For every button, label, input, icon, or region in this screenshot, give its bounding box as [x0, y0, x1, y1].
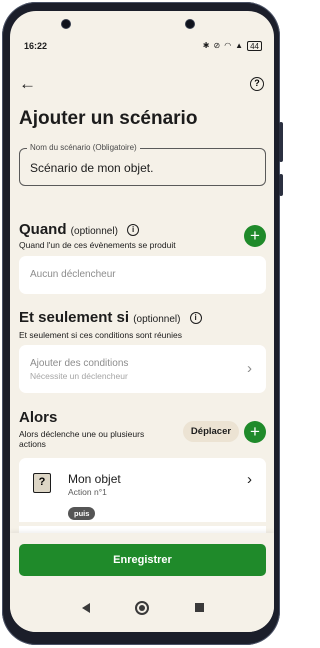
page-title: Ajouter un scénario [19, 108, 198, 129]
condition-subtitle: Et seulement si ces conditions sont réun… [19, 330, 183, 340]
nav-recents-icon[interactable] [195, 603, 204, 612]
bluetooth-icon: ✱ [202, 41, 210, 50]
help-icon[interactable]: ? [250, 77, 264, 91]
action-card[interactable]: ? Mon objet Action n°1 › [19, 458, 266, 522]
alors-subtitle: Alors déclenche une ou plusieurs actions [19, 429, 144, 449]
status-icons: ✱ ⊘ ◠ ▲ 44 [203, 41, 262, 51]
camera-strip [10, 11, 274, 37]
sensor-icon [62, 20, 70, 28]
scenario-name-label: Nom du scénario (Obligatoire) [27, 143, 140, 152]
screen: 16:22 ✱ ⊘ ◠ ▲ 44 ← ? Ajouter un scénario… [10, 11, 274, 632]
quand-section-title: Quand (optionnel) i [19, 221, 140, 238]
conditions-hint-text: Nécessite un déclencheur [30, 371, 128, 381]
info-icon[interactable]: i [127, 224, 140, 237]
network-icon: ▲ [235, 41, 244, 50]
phone-frame: 16:22 ✱ ⊘ ◠ ▲ 44 ← ? Ajouter un scénario… [2, 2, 283, 645]
object-icon: ? [33, 473, 51, 493]
add-conditions-text: Ajouter des conditions [30, 358, 129, 369]
chevron-right-icon: › [247, 471, 252, 488]
alors-title: Alors [19, 409, 58, 426]
action-subtitle: Action n°1 [68, 487, 107, 497]
wifi-icon: ◠ [224, 41, 232, 50]
add-trigger-button[interactable]: + [244, 225, 266, 247]
alors-subtitle-line2: actions [19, 439, 46, 449]
alors-subtitle-line1: Alors déclenche une ou plusieurs [19, 429, 145, 439]
move-button[interactable]: Déplacer [183, 421, 239, 442]
battery-icon: 44 [247, 41, 262, 51]
status-time: 16:22 [24, 41, 48, 51]
save-button[interactable]: Enregistrer [19, 544, 266, 576]
system-nav-bar [10, 589, 274, 632]
mute-icon: ⊘ [213, 41, 221, 50]
no-trigger-text: Aucun déclencheur [30, 269, 116, 280]
volume-button [279, 122, 283, 162]
trigger-card[interactable]: Aucun déclencheur [19, 256, 266, 294]
bottom-bar: Enregistrer [10, 533, 274, 589]
status-bar: 16:22 ✱ ⊘ ◠ ▲ 44 [10, 39, 274, 55]
scenario-name-value[interactable]: Scénario de mon objet. [30, 161, 153, 175]
top-app-bar: ← ? [10, 71, 274, 99]
back-arrow-icon[interactable]: ← [19, 75, 37, 93]
condition-card[interactable]: Ajouter des conditions Nécessite un décl… [19, 345, 266, 393]
info-icon[interactable]: i [189, 312, 202, 325]
puis-badge: puis [68, 507, 96, 520]
power-button [279, 174, 283, 196]
scenario-name-field[interactable]: Nom du scénario (Obligatoire) Scénario d… [19, 143, 266, 186]
quand-optional: (optionnel) [70, 226, 118, 237]
action-title: Mon objet [68, 472, 121, 486]
nav-back-icon[interactable] [82, 603, 90, 613]
add-action-button[interactable]: + [244, 421, 266, 443]
alors-section-title: Alors [19, 409, 57, 426]
nav-home-icon[interactable] [135, 601, 149, 615]
quand-title: Quand [19, 221, 67, 238]
camera-icon [186, 20, 194, 28]
condition-section-title: Et seulement si (optionnel) i [19, 309, 202, 326]
quand-subtitle: Quand l'un de ces évènements se produit [19, 240, 176, 250]
condition-optional: (optionnel) [133, 314, 181, 325]
condition-title: Et seulement si [19, 309, 130, 326]
chevron-right-icon: › [247, 360, 252, 377]
